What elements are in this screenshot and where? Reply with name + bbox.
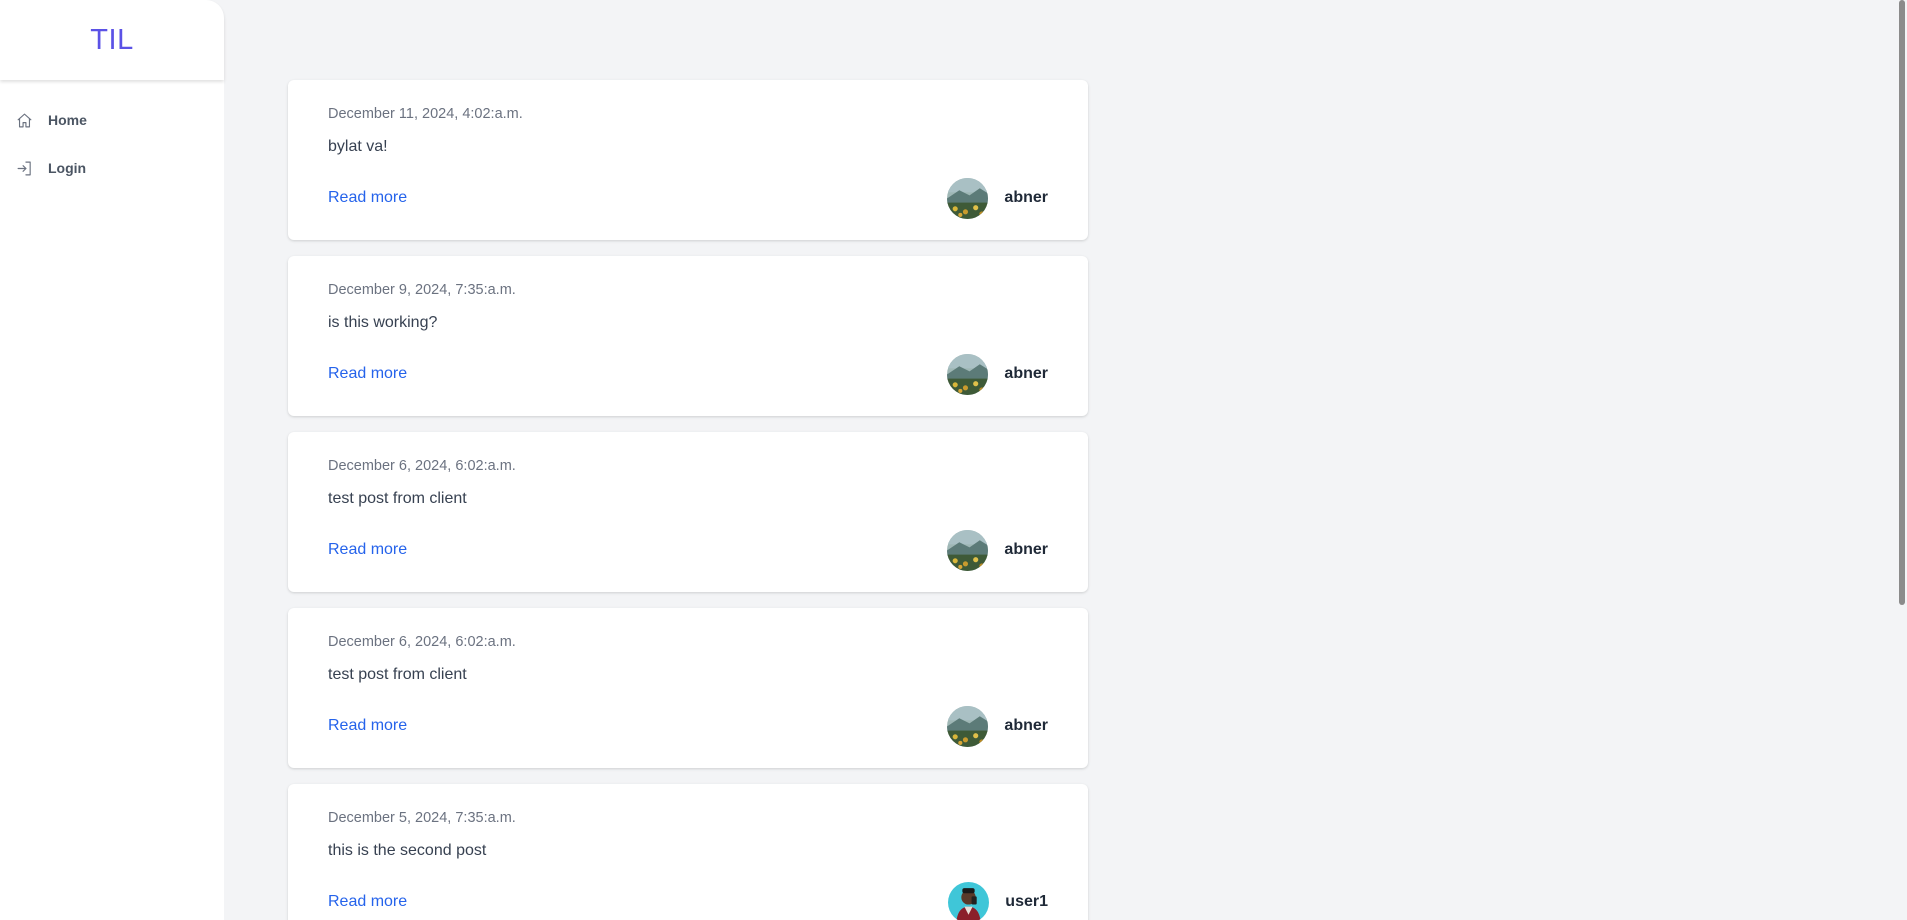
author-name: abner (1004, 541, 1048, 558)
app-root: TIL Home Login December 11, 2024, 4:02:a… (0, 0, 1907, 920)
author-name: abner (1004, 717, 1048, 734)
author-name: user1 (1005, 893, 1048, 910)
landscape-avatar (947, 705, 989, 747)
post-text: is this working? (328, 314, 438, 331)
read-more-link[interactable]: Read more (328, 189, 407, 207)
read-more-link[interactable]: Read more (328, 717, 407, 735)
post-card: December 6, 2024, 6:02:a.m. test post fr… (288, 608, 1088, 768)
login-icon (17, 161, 31, 175)
post-footer: Read more abner (328, 528, 1048, 572)
sidebar-nav: Home Login (0, 80, 224, 192)
post-date: December 5, 2024, 7:35:a.m. (328, 810, 516, 826)
sidebar-item-home[interactable]: Home (0, 96, 224, 144)
landscape-avatar (947, 353, 989, 395)
post-text: this is the second post (328, 842, 487, 859)
sidebar: TIL Home Login (0, 0, 224, 920)
post-feed: December 11, 2024, 4:02:a.m. bylat va! R… (288, 80, 1088, 920)
post-footer: Read more abner (328, 176, 1048, 220)
scrollbar[interactable] (1896, 0, 1907, 920)
post-author[interactable]: user1 (948, 881, 1048, 920)
post-author[interactable]: abner (947, 177, 1048, 219)
post-footer: Read more user1 (328, 880, 1048, 920)
post-card: December 9, 2024, 7:35:a.m. is this work… (288, 256, 1088, 416)
logo-area: TIL (0, 0, 224, 80)
post-footer: Read more abner (328, 352, 1048, 396)
post-footer: Read more abner (328, 704, 1048, 748)
post-card: December 6, 2024, 6:02:a.m. test post fr… (288, 432, 1088, 592)
read-more-link[interactable]: Read more (328, 893, 407, 911)
sidebar-item-label: Login (48, 160, 87, 176)
post-date: December 6, 2024, 6:02:a.m. (328, 458, 516, 474)
post-card: December 11, 2024, 4:02:a.m. bylat va! R… (288, 80, 1088, 240)
sidebar-item-login[interactable]: Login (0, 144, 224, 192)
post-author[interactable]: abner (947, 529, 1048, 571)
landscape-avatar (947, 529, 989, 571)
post-date: December 11, 2024, 4:02:a.m. (328, 106, 523, 122)
sidebar-item-label: Home (48, 112, 87, 128)
post-date: December 9, 2024, 7:35:a.m. (328, 282, 516, 298)
post-card: December 5, 2024, 7:35:a.m. this is the … (288, 784, 1088, 920)
post-text: test post from client (328, 490, 467, 507)
post-author[interactable]: abner (947, 705, 1048, 747)
post-date: December 6, 2024, 6:02:a.m. (328, 634, 516, 650)
read-more-link[interactable]: Read more (328, 541, 407, 559)
person-avatar (948, 881, 990, 920)
post-text: bylat va! (328, 138, 388, 155)
author-name: abner (1004, 189, 1048, 206)
scrollbar-thumb[interactable] (1899, 0, 1905, 605)
logo[interactable]: TIL (90, 24, 133, 57)
home-icon (17, 113, 32, 127)
read-more-link[interactable]: Read more (328, 365, 407, 383)
landscape-avatar (947, 177, 989, 219)
author-name: abner (1004, 365, 1048, 382)
post-text: test post from client (328, 666, 467, 683)
post-author[interactable]: abner (947, 353, 1048, 395)
